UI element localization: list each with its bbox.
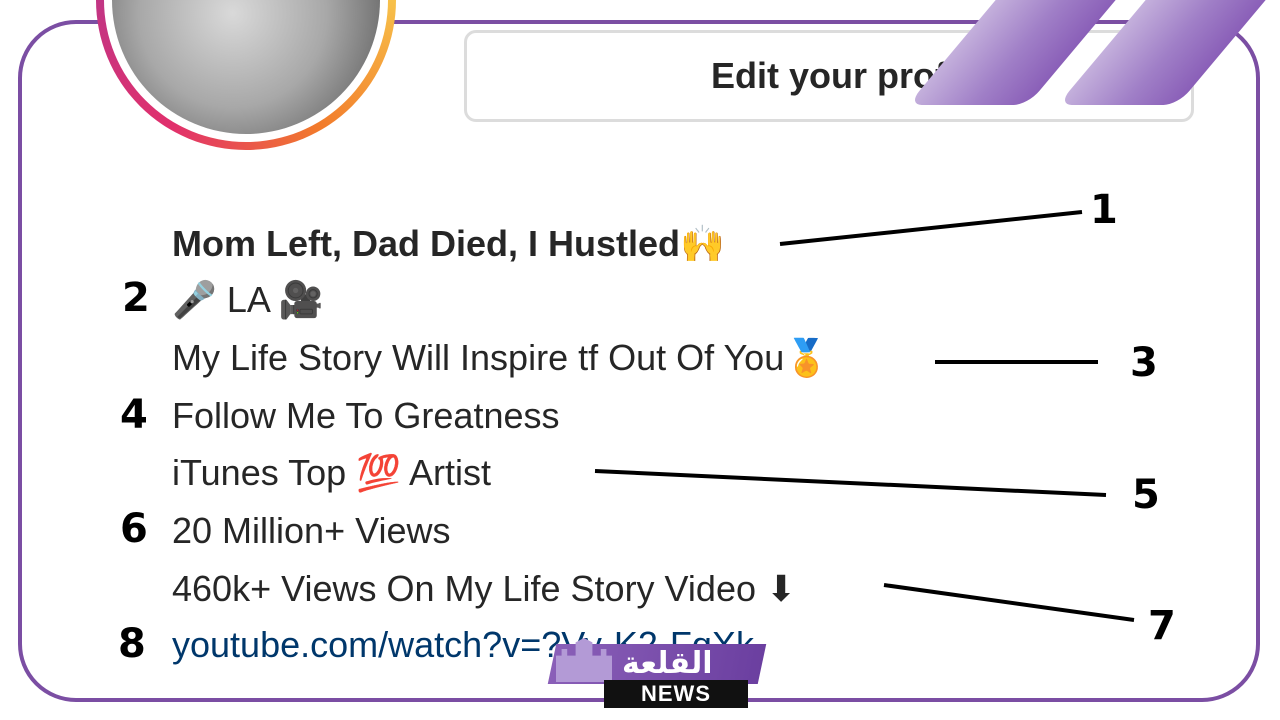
pointer-5 [594, 469, 1107, 497]
annotation-pointers [594, 210, 1135, 622]
annotation-number-7: 7 [1148, 603, 1176, 649]
watermark-logo: القلعة NEWS [547, 634, 768, 710]
pointer-1 [779, 210, 1083, 246]
annotation-number-1: 1 [1090, 187, 1118, 233]
watermark-arabic-text: القلعة [622, 646, 713, 681]
annotation-number-3: 3 [1130, 340, 1158, 386]
annotation-number-6: 6 [120, 506, 148, 552]
pointer-7 [883, 583, 1135, 622]
annotation-number-4: 4 [120, 392, 148, 438]
annotation-number-2: 2 [122, 275, 150, 321]
watermark-news-label: NEWS [604, 680, 748, 708]
annotation-number-8: 8 [118, 621, 146, 667]
annotation-number-5: 5 [1132, 472, 1160, 518]
